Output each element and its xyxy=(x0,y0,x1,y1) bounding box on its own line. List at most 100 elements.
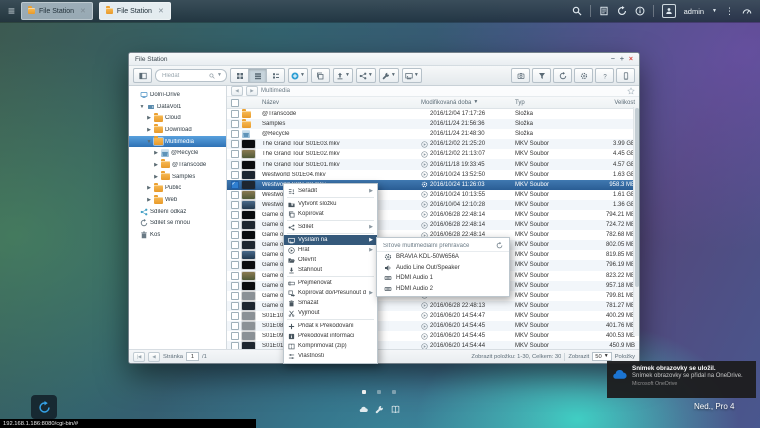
avatar[interactable] xyxy=(662,4,676,18)
file-row-recycle[interactable]: @Recycle2016/11/24 21:48:30Složka xyxy=(227,129,639,139)
onedrive-toast[interactable]: Snímek obrazovky se uložil. Snímek obraz… xyxy=(607,361,756,398)
search-box[interactable]: ▼ xyxy=(155,69,227,82)
media-badge[interactable] xyxy=(421,121,428,128)
background-tasks-icon[interactable] xyxy=(599,6,609,16)
row-checkbox[interactable] xyxy=(231,302,239,310)
media-badge[interactable] xyxy=(421,222,428,229)
page-input[interactable]: 1 xyxy=(186,352,199,362)
page-size-select[interactable]: 50▼ xyxy=(592,352,611,362)
copy-button[interactable] xyxy=(311,68,330,83)
menu-item-komprimovat-zip[interactable]: Komprimovat (zip) xyxy=(284,341,377,351)
row-checkbox[interactable] xyxy=(231,322,239,330)
sidebar-item-transcode[interactable]: ▶@Transcode xyxy=(129,159,226,171)
column-size[interactable]: Velikost xyxy=(585,100,639,106)
minimize-button[interactable]: − xyxy=(611,56,615,63)
external-device-icon[interactable] xyxy=(617,6,627,16)
mobile-button[interactable] xyxy=(616,68,635,83)
back-button[interactable]: ◀ xyxy=(231,86,243,96)
create-button[interactable]: ▼ xyxy=(288,68,308,83)
row-checkbox[interactable] xyxy=(231,201,239,209)
media-badge[interactable] xyxy=(421,141,428,148)
file-row-samples[interactable]: Samples2016/11/24 21:56:36Složka xyxy=(227,119,639,129)
media-badge[interactable] xyxy=(421,171,428,178)
tree-collapsed-icon[interactable]: ▶ xyxy=(153,150,159,156)
tree-collapsed-icon[interactable]: ▶ xyxy=(146,115,152,121)
row-checkbox[interactable] xyxy=(231,161,239,169)
sidebar-item-download[interactable]: ▶Download xyxy=(129,124,226,136)
media-badge[interactable] xyxy=(421,302,428,309)
media-badge[interactable] xyxy=(421,323,428,330)
cast-device-hdmi-audio-2[interactable]: HDMI Audio 2 xyxy=(377,284,509,295)
detail-view-button[interactable] xyxy=(266,68,285,83)
row-checkbox[interactable] xyxy=(231,312,239,320)
row-checkbox[interactable] xyxy=(231,251,239,259)
menu-item-vys-l-m-na[interactable]: Vysílám na▶ xyxy=(284,235,377,245)
menu-item-se-adit[interactable]: Seřadit▶ xyxy=(284,186,377,196)
recycle-bin-desktop-icon[interactable] xyxy=(31,395,57,419)
menu-item-p-ejmenovat[interactable]: Přejmenovat xyxy=(284,278,377,288)
tree-collapsed-icon[interactable]: ▶ xyxy=(146,185,152,191)
user-menu[interactable]: admin xyxy=(684,7,704,16)
sidebar-item-ko[interactable]: Koš xyxy=(129,229,226,241)
row-checkbox[interactable] xyxy=(231,282,239,290)
menu-item-vytvo-it-slo-ku[interactable]: Vytvořit složku xyxy=(284,199,377,209)
tools-button[interactable]: ▼ xyxy=(379,68,399,83)
search-icon[interactable] xyxy=(572,6,582,16)
menu-item-vlastnosti[interactable]: Vlastnosti xyxy=(284,351,377,361)
row-checkbox[interactable] xyxy=(231,231,239,239)
window-titlebar[interactable]: File Station − + × xyxy=(129,53,639,66)
select-all-checkbox[interactable] xyxy=(231,99,239,107)
menu-item-st-hnout[interactable]: Stáhnout xyxy=(284,265,377,275)
sidebar-item-samples[interactable]: ▶Samples xyxy=(129,171,226,183)
network-media-button[interactable]: ▼ xyxy=(402,68,422,83)
column-name[interactable]: Název xyxy=(262,100,421,106)
filter-button[interactable] xyxy=(532,68,551,83)
refresh-icon[interactable] xyxy=(496,242,503,249)
prev-page-button[interactable]: ◀ xyxy=(148,352,160,362)
row-checkbox[interactable] xyxy=(231,332,239,340)
row-checkbox[interactable] xyxy=(231,261,239,269)
help-button[interactable] xyxy=(595,68,614,83)
search-input[interactable] xyxy=(160,72,207,80)
tree-collapsed-icon[interactable]: ▶ xyxy=(146,127,152,133)
tree-collapsed-icon[interactable]: ▶ xyxy=(146,197,152,203)
menu-item-sd-let[interactable]: Sdílet▶ xyxy=(284,222,377,232)
row-checkbox[interactable] xyxy=(231,272,239,280)
sidebar-item-sd-len-odkaz[interactable]: Sdílení odkaz xyxy=(129,206,226,218)
settings-button[interactable] xyxy=(574,68,593,83)
row-checkbox[interactable] xyxy=(231,110,239,118)
notifications-icon[interactable] xyxy=(635,6,645,16)
dashboard-icon[interactable] xyxy=(742,6,752,16)
chevron-down-icon[interactable]: ▼ xyxy=(712,9,717,14)
file-row-the-grand-tour-s01e01-mkv[interactable]: The Grand Tour S01E01.mkv2016/11/18 19:3… xyxy=(227,159,639,169)
close-button[interactable]: × xyxy=(629,56,633,63)
menu-item-hr-t[interactable]: Hrát▶ xyxy=(284,245,377,255)
sidebar-item-doln-drive[interactable]: Dolní-Drive xyxy=(129,89,226,101)
sidebar-item-multimedia[interactable]: ▼Multimedia xyxy=(129,136,226,148)
row-checkbox[interactable] xyxy=(231,221,239,229)
tree-expanded-icon[interactable]: ▼ xyxy=(146,139,152,145)
tree-expanded-icon[interactable]: ▼ xyxy=(139,104,145,110)
row-checkbox[interactable] xyxy=(231,342,239,349)
favorite-star-icon[interactable] xyxy=(627,87,635,95)
media-badge[interactable] xyxy=(421,131,428,138)
row-checkbox[interactable] xyxy=(231,211,239,219)
menu-item-p-ek-dovat-informaci[interactable]: Překódovat informaci xyxy=(284,331,377,341)
snapshot-button[interactable] xyxy=(511,68,530,83)
sidebar-item-public[interactable]: ▶Public xyxy=(129,183,226,195)
close-icon[interactable]: ✕ xyxy=(158,7,164,15)
column-date[interactable]: Modifikovaná doba▼ xyxy=(421,100,515,106)
menu-item-p-idat-k-p-ek-dov-n[interactable]: Přidat k Překódování xyxy=(284,321,377,331)
upload-button[interactable]: ▼ xyxy=(333,68,353,83)
sidebar-item-recycle[interactable]: ▶@Recycle xyxy=(129,147,226,159)
media-badge[interactable] xyxy=(421,191,428,198)
sidebar-item-sd-let-se-mnou[interactable]: Sdílet se mnou xyxy=(129,218,226,230)
page-dot-3[interactable] xyxy=(392,390,396,394)
cast-device-audio-line-out-speaker[interactable]: Audio Line Out/Speaker xyxy=(377,263,509,274)
file-row-the-grand-tour-s01e03-mkv[interactable]: The Grand Tour S01E03.mkv2016/12/02 21:2… xyxy=(227,139,639,149)
row-checkbox[interactable] xyxy=(231,191,239,199)
media-badge[interactable] xyxy=(421,151,428,158)
page-dot-1[interactable] xyxy=(362,390,366,394)
taskbar-tab-file-station-1[interactable]: File Station ✕ xyxy=(21,2,93,20)
row-checkbox[interactable] xyxy=(231,140,239,148)
